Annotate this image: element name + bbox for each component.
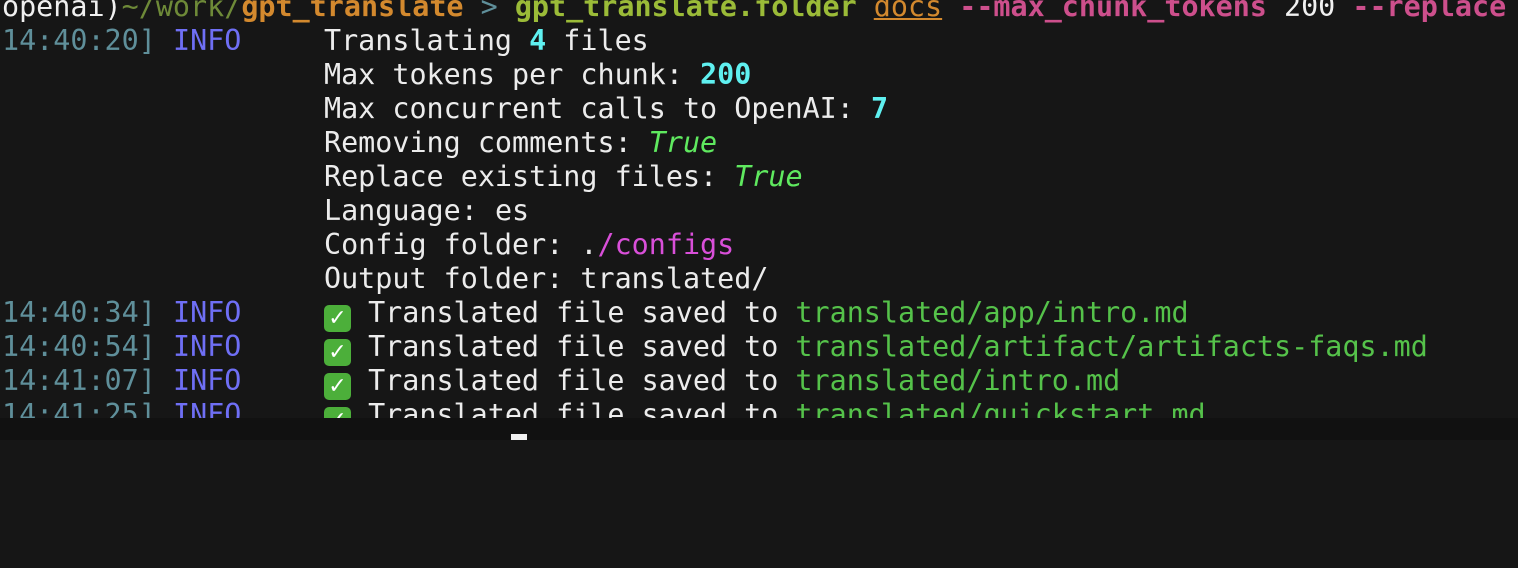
terminal-input-strip[interactable] (0, 418, 1518, 440)
prompt-dir: gpt_translate (241, 0, 464, 23)
log-level: INFO (173, 330, 242, 363)
log-level: INFO (173, 296, 242, 329)
flag-chunk-value: 200 (1284, 0, 1336, 23)
command-name: gpt_translate.folder (514, 0, 857, 23)
log-line-saved: 14:40:34] INFO ✓ Translated file saved t… (2, 296, 1518, 332)
log-line-saved: 14:41:07] INFO ✓ Translated file saved t… (2, 364, 1518, 400)
language-value: es (494, 194, 530, 227)
log-line-max-calls: Max concurrent calls to OpenAI: 7 (2, 92, 1518, 126)
log-line-translating: 14:40:20] INFO Translating 4 files (2, 24, 1518, 58)
check-mark-icon: ✓ (324, 339, 351, 366)
log-timestamp: 14:40:20] (2, 24, 156, 57)
command-prompt-line: openai)~/work/gpt_translate > gpt_transl… (2, 0, 1518, 24)
log-timestamp: 14:40:34] (2, 296, 156, 329)
log-level: INFO (173, 24, 242, 57)
file-count: 4 (529, 24, 547, 57)
log-message: Language: es (324, 194, 530, 227)
saved-file-path[interactable]: translated/intro.md (795, 364, 1120, 397)
log-line-config-folder: Config folder: ./configs (2, 228, 1518, 262)
log-message: ✓ Translated file saved to translated/in… (324, 364, 1120, 400)
log-line-replace-files: Replace existing files: True (2, 160, 1518, 194)
replace-files-value: True (734, 160, 803, 193)
log-line-removing-comments: Removing comments: True (2, 126, 1518, 160)
log-timestamp: 14:41:07] (2, 364, 156, 397)
log-message: Max tokens per chunk: 200 (324, 58, 752, 91)
command-arg-docs[interactable]: docs (874, 0, 942, 23)
log-message: ✓ Translated file saved to translated/ap… (324, 296, 1189, 332)
log-line-saved: 14:40:54] INFO ✓ Translated file saved t… (2, 330, 1518, 366)
flag-max-chunk-tokens: --max_chunk_tokens (959, 0, 1267, 23)
log-message: ✓ Translated file saved to translated/ar… (324, 330, 1428, 366)
log-message: Config folder: ./configs (324, 228, 735, 261)
log-timestamp: 14:40:54] (2, 330, 156, 363)
max-tokens-value: 200 (700, 58, 752, 91)
terminal-output[interactable]: openai)~/work/gpt_translate > gpt_transl… (2, 0, 1518, 434)
log-message: Output folder: translated/ (324, 262, 769, 295)
prompt-path: ~/work/ (121, 0, 242, 23)
max-calls-value: 7 (870, 92, 889, 125)
log-message: Removing comments: True (324, 126, 718, 159)
log-level: INFO (173, 364, 242, 397)
removing-comments-value: True (648, 126, 718, 159)
log-line-language: Language: es (2, 194, 1518, 228)
log-message: Replace existing files: True (324, 160, 803, 193)
prompt-separator: > (463, 0, 515, 23)
log-message: Translating 4 files (324, 24, 649, 57)
log-line-max-tokens: Max tokens per chunk: 200 (2, 58, 1518, 92)
check-mark-icon: ✓ (324, 373, 351, 400)
output-folder-value: translated/ (580, 262, 769, 295)
log-message: Max concurrent calls to OpenAI: 7 (324, 92, 889, 125)
prompt-env: openai) (2, 0, 122, 23)
log-line-output-folder: Output folder: translated/ (2, 262, 1518, 296)
saved-file-path[interactable]: translated/artifact/artifacts-faqs.md (795, 330, 1427, 363)
check-mark-icon: ✓ (324, 305, 351, 332)
flag-replace: --replace (1352, 0, 1507, 23)
text-cursor (511, 434, 527, 440)
config-folder-value: /configs (597, 228, 735, 261)
saved-file-path[interactable]: translated/app/intro.md (795, 296, 1188, 329)
